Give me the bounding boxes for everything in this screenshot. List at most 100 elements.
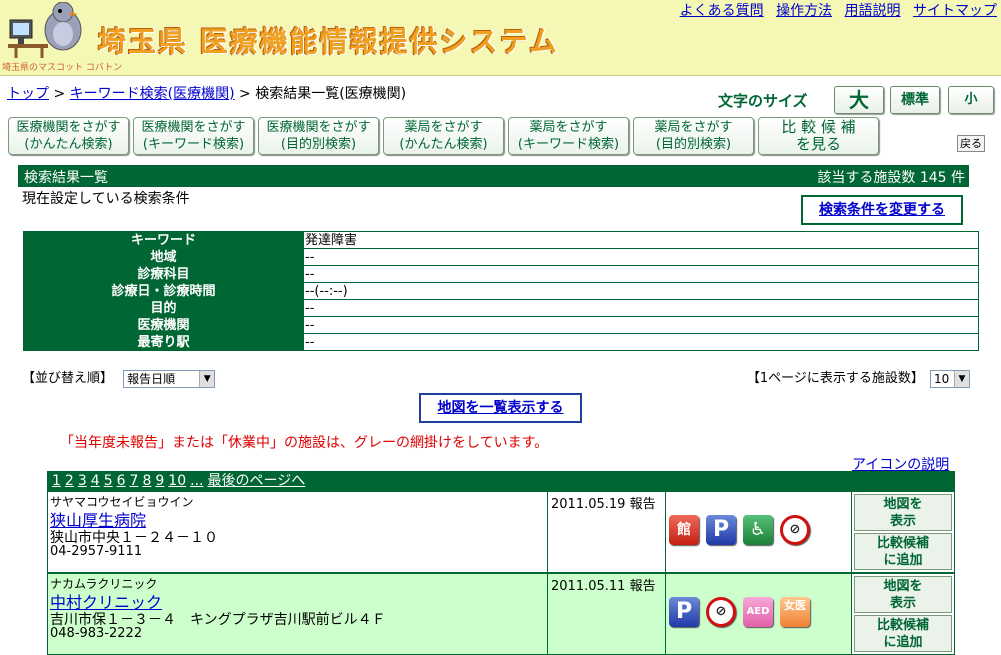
sort-selected-value: 報告日順 bbox=[127, 371, 176, 386]
condition-key: 医療機関 bbox=[23, 316, 304, 334]
back-button[interactable]: 戻る bbox=[957, 135, 985, 152]
glossary-link[interactable]: 用語説明 bbox=[845, 3, 901, 19]
gymnasium-icon: 館 bbox=[669, 515, 699, 545]
button-label: 地図を bbox=[883, 579, 923, 594]
condition-value: -- bbox=[303, 299, 979, 317]
font-size-large-button[interactable]: 大 bbox=[834, 86, 884, 114]
nav-pharmacy-simple-search[interactable]: 薬局をさがす (かんたん検索) bbox=[383, 117, 504, 155]
map-all-link[interactable]: 地図を一覧表示する bbox=[438, 400, 564, 416]
font-size-small-button[interactable]: 小 bbox=[948, 86, 994, 114]
faq-link[interactable]: よくある質問 bbox=[680, 3, 764, 19]
page-link[interactable]: 1 bbox=[52, 473, 61, 489]
page-link[interactable]: 10 bbox=[168, 473, 186, 489]
add-compare-button[interactable]: 比較候補 に追加 bbox=[854, 533, 952, 570]
facility-row: ナカムラクリニック 中村クリニック 吉川市保１－３－４ キングプラザ吉川駅前ビル… bbox=[47, 573, 955, 655]
nav-hospital-keyword-search[interactable]: 医療機関をさがす (キーワード検索) bbox=[133, 117, 254, 155]
page-link[interactable]: 3 bbox=[78, 473, 87, 489]
report-date-cell: 2011.05.19 報告 bbox=[548, 492, 666, 572]
nav-pharmacy-keyword-search[interactable]: 薬局をさがす (キーワード検索) bbox=[508, 117, 629, 155]
show-map-button[interactable]: 地図を 表示 bbox=[854, 576, 952, 613]
facility-icons: 館 P ♿ ⊘ bbox=[666, 492, 852, 572]
condition-row: 地域 -- bbox=[23, 248, 979, 266]
facility-row: サヤマコウセイビョウイン 狭山厚生病院 狭山市中央１－２４－１０ 04-2957… bbox=[47, 491, 955, 573]
condition-row: 最寄り駅 -- bbox=[23, 333, 979, 351]
breadcrumb-separator: > bbox=[53, 86, 66, 102]
per-page-select[interactable]: 10 ▼ bbox=[930, 369, 970, 388]
map-all-box: 地図を一覧表示する bbox=[419, 393, 582, 423]
nav-label: 比 較 候 補 bbox=[781, 118, 856, 136]
last-page-link[interactable]: 最後のページへ bbox=[207, 473, 305, 489]
sort-order-select[interactable]: 報告日順 ▼ bbox=[123, 369, 216, 388]
facility-info: ナカムラクリニック 中村クリニック 吉川市保１－３－４ キングプラザ吉川駅前ビル… bbox=[48, 574, 548, 654]
facility-icons: P ⊘ AED 女医 bbox=[666, 574, 852, 654]
site-title: 埼玉県 医療機能情報提供システム bbox=[98, 25, 559, 58]
condition-key: 診療日・診療時間 bbox=[23, 282, 304, 300]
facility-info: サヤマコウセイビョウイン 狭山厚生病院 狭山市中央１－２４－１０ 04-2957… bbox=[48, 492, 548, 572]
results-header-bar: 検索結果一覧 該当する施設数 145 件 bbox=[18, 165, 969, 187]
chevron-down-icon[interactable]: ▼ bbox=[954, 370, 969, 387]
site-header: 埼玉県のマスコット コバトン 埼玉県 医療機能情報提供システム よくある質問 操… bbox=[0, 0, 1001, 76]
nav-sublabel: (かんたん検索) bbox=[24, 137, 113, 152]
parking-icon: P bbox=[669, 597, 699, 627]
nav-hospital-purpose-search[interactable]: 医療機関をさがす (目的別検索) bbox=[258, 117, 379, 155]
button-label: 比較候補 bbox=[876, 618, 929, 633]
change-conditions-link[interactable]: 検索条件を変更する bbox=[819, 202, 945, 218]
condition-key: 診療科目 bbox=[23, 265, 304, 283]
wheelchair-icon: ♿ bbox=[743, 515, 773, 545]
breadcrumb-keyword-search[interactable]: キーワード検索(医療機関) bbox=[70, 86, 235, 102]
female-doctor-icon: 女医 bbox=[780, 597, 810, 627]
button-label: 比較候補 bbox=[876, 536, 929, 551]
nav-label: 薬局をさがす bbox=[529, 120, 608, 135]
nav-sublabel: (キーワード検索) bbox=[517, 137, 620, 152]
top-links: よくある質問 操作方法 用語説明 サイトマップ bbox=[672, 0, 997, 20]
parking-icon: P bbox=[706, 515, 736, 545]
show-map-button[interactable]: 地図を 表示 bbox=[854, 494, 952, 531]
facility-tel: 04-2957-9111 bbox=[50, 544, 143, 559]
font-size-normal-button[interactable]: 標準 bbox=[890, 86, 940, 114]
page-link[interactable]: 8 bbox=[142, 473, 151, 489]
aed-icon: AED bbox=[743, 597, 773, 627]
nav-pharmacy-purpose-search[interactable]: 薬局をさがす (目的別検索) bbox=[633, 117, 754, 155]
page-link[interactable]: 5 bbox=[104, 473, 113, 489]
howto-link[interactable]: 操作方法 bbox=[776, 3, 832, 19]
condition-value: -- bbox=[303, 265, 979, 283]
mascot-caption: 埼玉県のマスコット コバトン bbox=[2, 63, 123, 73]
facility-actions: 地図を表示 比較候補 に追加 bbox=[852, 574, 954, 654]
mascot-logo[interactable] bbox=[8, 2, 88, 58]
font-size-label: 文字のサイズ bbox=[718, 92, 808, 110]
button-label: 表示 bbox=[889, 514, 916, 529]
page-link[interactable]: 2 bbox=[65, 473, 74, 489]
current-conditions-heading: 現在設定している検索条件 bbox=[22, 191, 190, 207]
page-link-more[interactable]: ... bbox=[190, 473, 203, 489]
nav-view-compare-list[interactable]: 比 較 候 補を見る bbox=[758, 117, 879, 155]
results-count: 該当する施設数 145 件 bbox=[817, 170, 965, 186]
add-compare-button[interactable]: 比較候補 に追加 bbox=[854, 615, 952, 652]
sitemap-link[interactable]: サイトマップ bbox=[913, 3, 997, 19]
condition-key: 地域 bbox=[23, 248, 304, 266]
nav-label: 医療機関をさがす bbox=[141, 120, 246, 135]
breadcrumb-home[interactable]: トップ bbox=[7, 86, 49, 102]
chevron-down-icon[interactable]: ▼ bbox=[199, 370, 215, 387]
condition-value: --(--:--) bbox=[303, 282, 979, 300]
button-label: 表示 bbox=[889, 596, 916, 611]
condition-row: 診療科目 -- bbox=[23, 265, 979, 283]
per-page-label: 【1ページに表示する施設数】 bbox=[746, 371, 924, 386]
change-conditions-box: 検索条件を変更する bbox=[801, 195, 963, 225]
pager: 1 2 3 4 5 6 7 8 9 10... 最後のページへ bbox=[47, 471, 955, 492]
button-label: に追加 bbox=[883, 553, 923, 568]
page-link[interactable]: 7 bbox=[130, 473, 139, 489]
nav-sublabel: (かんたん検索) bbox=[399, 137, 488, 152]
report-date-cell: 2011.05.11 報告 bbox=[548, 574, 666, 654]
page-link[interactable]: 6 bbox=[117, 473, 126, 489]
condition-value: -- bbox=[303, 316, 979, 334]
facility-actions: 地図を 表示 比較候補に追加 bbox=[852, 492, 954, 572]
page-link[interactable]: 9 bbox=[155, 473, 164, 489]
results-title: 検索結果一覧 bbox=[24, 170, 108, 186]
nav-label: 医療機関をさがす bbox=[266, 120, 371, 135]
page-link[interactable]: 4 bbox=[91, 473, 100, 489]
breadcrumb: トップ > キーワード検索(医療機関) > 検索結果一覧(医療機関) bbox=[7, 83, 406, 103]
nav-hospital-simple-search[interactable]: 医療機関をさがす (かんたん検索) bbox=[8, 117, 129, 155]
no-smoking-icon: ⊘ bbox=[780, 515, 810, 545]
nav-sublabel: (キーワード検索) bbox=[142, 137, 245, 152]
nav-sublabel: (目的別検索) bbox=[280, 137, 357, 152]
